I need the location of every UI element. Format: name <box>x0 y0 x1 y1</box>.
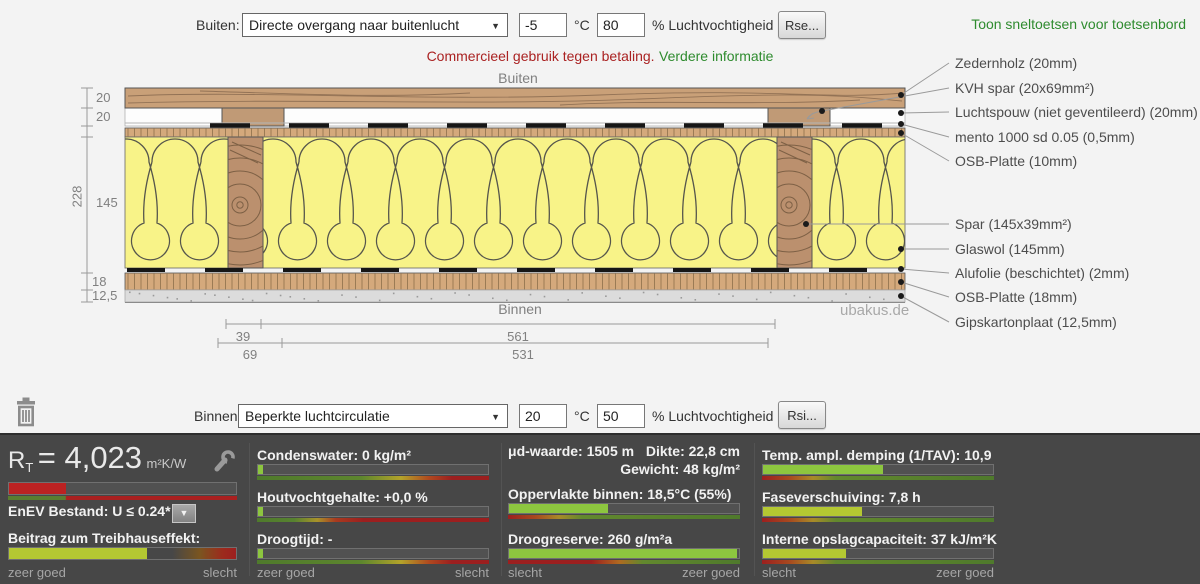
scale-caption-good: zeer goed <box>762 565 994 580</box>
droogreserve-bar <box>508 548 740 559</box>
ubakus-watermark: ubakus.de <box>840 302 908 319</box>
oppervlakte-bar <box>508 503 740 514</box>
chevron-down-icon: ▼ <box>491 412 500 422</box>
inside-temp-unit: °C <box>574 408 590 424</box>
layer-label-spar: Spar (145x39mm²) <box>955 216 1072 232</box>
column-divider <box>501 443 502 576</box>
layer-label-glaswol: Glaswol (145mm) <box>955 241 1065 257</box>
layer-label-zedernholz: Zedernholz (20mm) <box>955 55 1077 71</box>
column-divider <box>249 443 250 576</box>
inside-humidity-input[interactable] <box>597 404 645 428</box>
rt-result: RT = 4,023 m²K/W <box>8 440 186 476</box>
oppervlakte-scale <box>508 515 740 519</box>
layer-label-alufolie: Alufolie (beschichtet) (2mm) <box>955 265 1129 281</box>
dimension-label: 561 <box>478 329 558 344</box>
inside-surface-select[interactable]: Beperkte luchtcirculatie ▼ <box>238 404 508 428</box>
condenswater-label: Condenswater: 0 kg/m² <box>257 447 411 463</box>
enev-standard-label: EnEV Bestand: U ≤ 0.24* <box>8 503 171 519</box>
dimension-label: 12,5 <box>92 288 117 303</box>
triangle-down-icon: ▼ <box>180 508 189 518</box>
scale-caption-bad: slecht <box>8 565 237 580</box>
layer-label-luchtspouw: Luchtspouw (niet geventileerd) (20mm) <box>955 104 1198 120</box>
dimension-label: 531 <box>483 347 563 362</box>
houtvocht-bar <box>257 506 489 517</box>
layer-label-osb10: OSB-Platte (10mm) <box>955 153 1077 169</box>
rt-unit: m²K/W <box>147 456 187 471</box>
opslagcapaciteit-scale <box>762 560 994 564</box>
dimension-label: 39 <box>223 329 263 344</box>
rt-subscript: T <box>25 460 33 475</box>
dimension-label: 145 <box>96 195 118 210</box>
gewicht-label: Gewicht: 48 kg/m² <box>508 461 740 477</box>
layer-label-osb18: OSB-Platte (18mm) <box>955 289 1077 305</box>
rt-symbol: R <box>8 447 25 474</box>
tav-label: Temp. ampl. demping (1/TAV): 10,9 <box>762 447 991 463</box>
droogreserve-label: Droogreserve: 260 g/m²a <box>508 531 672 547</box>
tav-bar <box>762 464 994 475</box>
condenswater-scale <box>257 476 489 480</box>
opslagcapaciteit-bar <box>762 548 994 559</box>
inside-label: Binnen: <box>194 408 241 424</box>
zedernholz-layer[interactable] <box>125 88 905 108</box>
drawing-outside-caption: Buiten <box>468 70 568 86</box>
dimension-label: 69 <box>230 347 270 362</box>
layer-label-mento: mento 1000 sd 0.05 (0,5mm) <box>955 129 1135 145</box>
inside-surface-value: Beperkte luchtcirculatie <box>245 408 390 424</box>
droogtijd-scale <box>257 560 489 564</box>
rsi-button[interactable]: Rsi... <box>778 401 826 429</box>
droogtijd-label: Droogtijd: - <box>257 531 332 547</box>
dimension-label: 18 <box>92 274 106 289</box>
enev-dropdown-button[interactable]: ▼ <box>172 504 196 523</box>
faseverschuiving-label: Faseverschuiving: 7,8 h <box>762 489 921 505</box>
layer-label-gips: Gipskartonplaat (12,5mm) <box>955 314 1117 330</box>
ghg-bar <box>8 547 237 560</box>
osb18-layer[interactable] <box>125 273 905 290</box>
layer-label-kvh-spar: KVH spar (20x69mm²) <box>955 80 1094 96</box>
dikte-label: Dikte: 22,8 cm <box>508 443 740 459</box>
dimension-label-total: 228 <box>69 186 84 208</box>
ubakus-uvalue-calculator: Buiten: Directe overgang naar buitenluch… <box>0 0 1200 584</box>
condenswater-bar <box>257 464 489 475</box>
results-panel: RT = 4,023 m²K/W EnEV Bestand: U ≤ 0.24*… <box>0 433 1200 584</box>
scale-caption-bad: slecht <box>257 565 489 580</box>
faseverschuiving-bar <box>762 506 994 517</box>
droogtijd-bar <box>257 548 489 559</box>
dimension-label: 20 <box>96 109 110 124</box>
drawing-inside-caption: Binnen <box>470 301 570 317</box>
tav-scale <box>762 476 994 480</box>
scale-caption-good: zeer goed <box>508 565 740 580</box>
inside-temperature-input[interactable] <box>519 404 567 428</box>
osb10-layer[interactable] <box>125 128 905 137</box>
inside-humidity-unit: % Luchtvochtigheid <box>652 408 773 424</box>
trash-icon[interactable] <box>12 396 40 428</box>
rt-value: = 4,023 <box>38 440 142 475</box>
dimension-label: 20 <box>96 90 110 105</box>
column-divider <box>754 443 755 576</box>
houtvocht-scale <box>257 518 489 522</box>
oppervlakte-label: Oppervlakte binnen: 18,5°C (55%) <box>508 486 731 502</box>
faseverschuiving-scale <box>762 518 994 522</box>
houtvocht-label: Houtvochtgehalte: +0,0 % <box>257 489 428 505</box>
droogreserve-scale <box>508 560 740 564</box>
rt-scale <box>8 496 237 500</box>
ghg-label: Beitrag zum Treibhauseffekt: <box>8 530 200 546</box>
opslagcapaciteit-label: Interne opslagcapaciteit: 37 kJ/m²K <box>762 531 997 547</box>
wrench-icon[interactable] <box>210 449 236 473</box>
rt-bar <box>8 482 237 495</box>
